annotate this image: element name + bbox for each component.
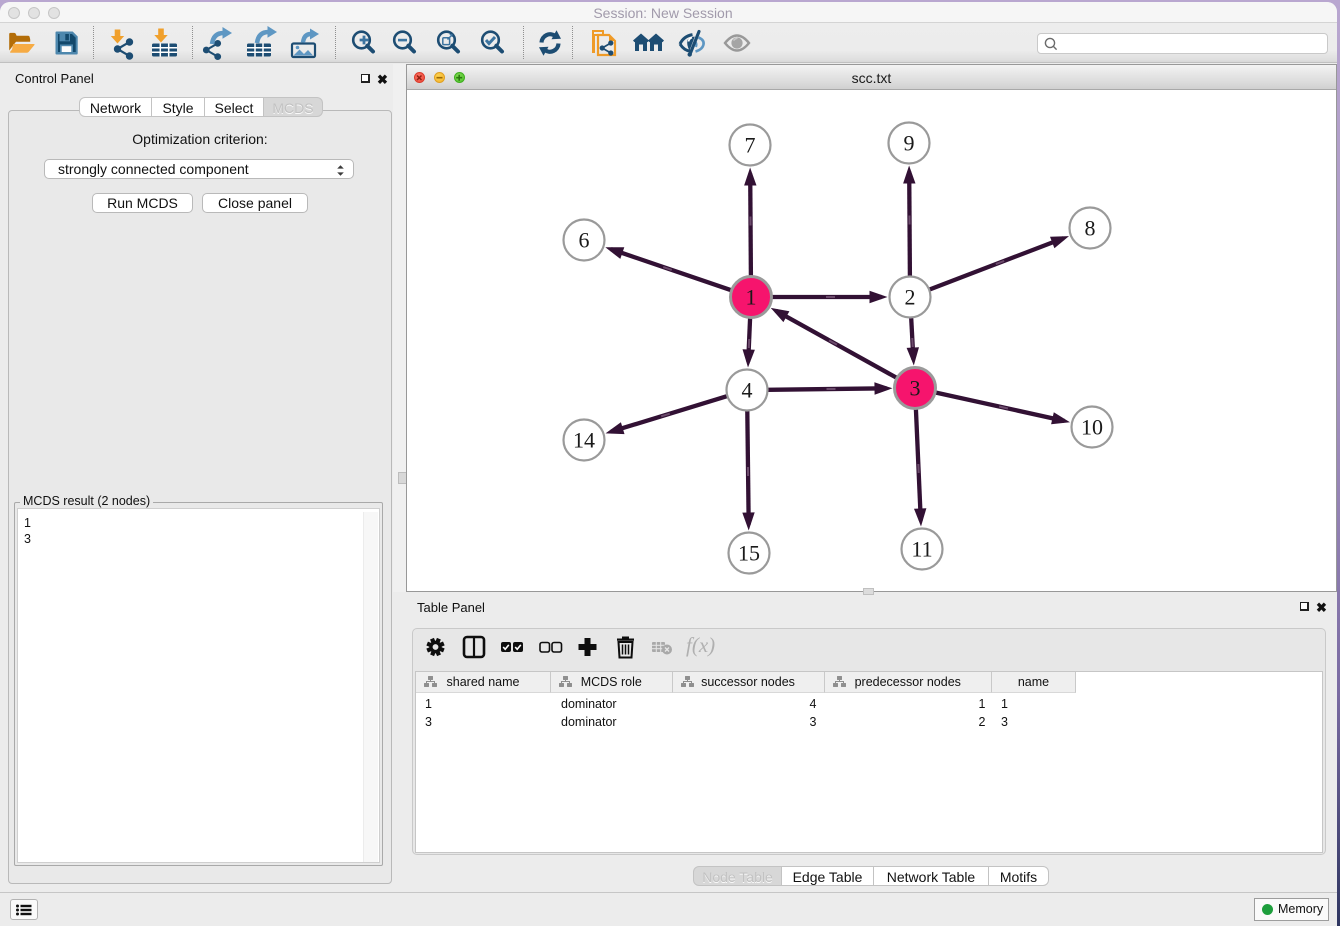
svg-text:1: 1 (746, 285, 757, 310)
svg-text:8: 8 (1085, 216, 1096, 241)
svg-text:14: 14 (573, 428, 595, 453)
svg-text:9: 9 (904, 131, 915, 156)
svg-text:7: 7 (745, 133, 756, 158)
svg-text:6: 6 (579, 228, 590, 253)
svg-text:11: 11 (911, 537, 932, 562)
svg-text:10: 10 (1081, 415, 1103, 440)
svg-text:4: 4 (742, 378, 753, 403)
svg-text:3: 3 (910, 376, 921, 401)
svg-text:15: 15 (738, 541, 760, 566)
svg-text:2: 2 (905, 285, 916, 310)
